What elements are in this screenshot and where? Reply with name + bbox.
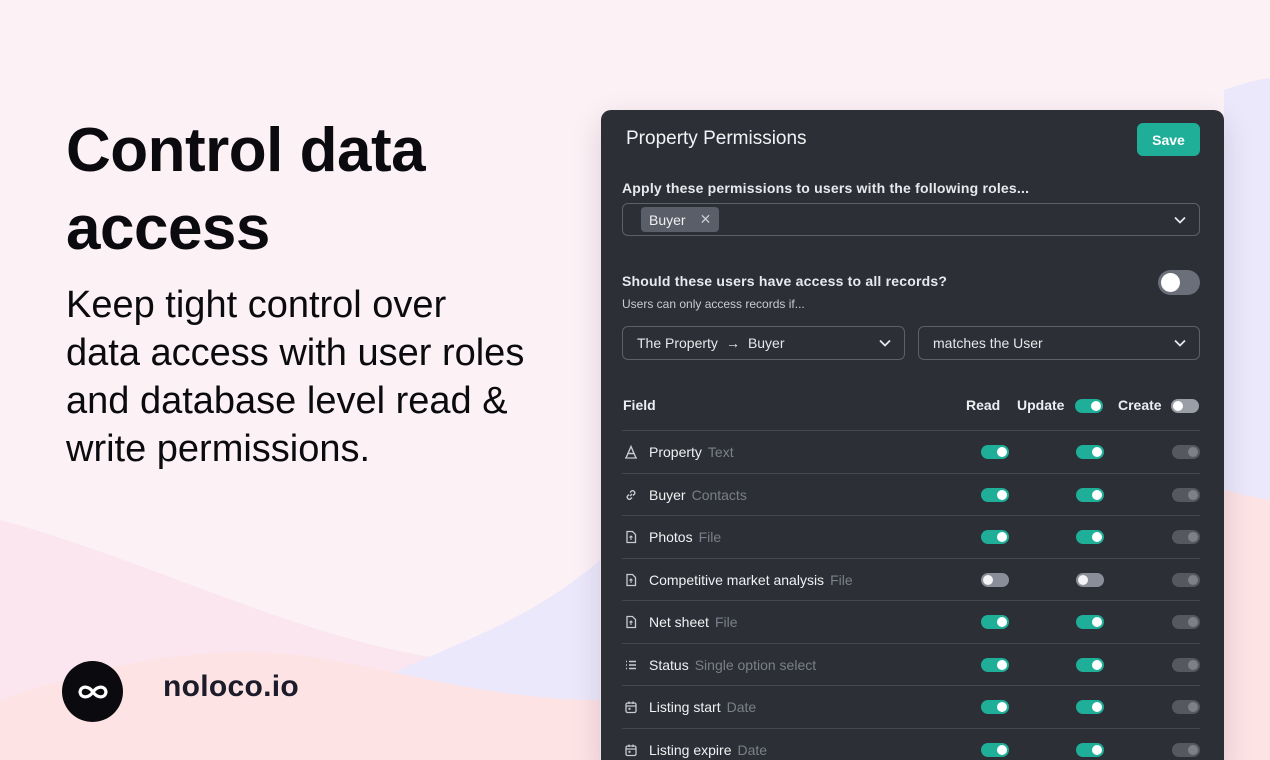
create-toggle[interactable] bbox=[1172, 657, 1200, 672]
field-label: Listing expire bbox=[649, 741, 732, 758]
read-toggle[interactable] bbox=[981, 700, 1009, 714]
field-name: Listing expire Date bbox=[649, 742, 767, 758]
roles-select[interactable]: Buyer ✕ bbox=[622, 203, 1200, 236]
condition-operator: matches the User bbox=[933, 335, 1043, 351]
field-type: File bbox=[830, 571, 853, 588]
update-toggle[interactable] bbox=[1076, 445, 1104, 459]
update-toggle[interactable] bbox=[1076, 742, 1104, 757]
read-toggle[interactable] bbox=[981, 657, 1009, 672]
save-button[interactable]: Save bbox=[1137, 123, 1200, 156]
update-toggle[interactable] bbox=[1076, 700, 1104, 714]
field-type: Contacts bbox=[691, 486, 747, 503]
read-toggle[interactable] bbox=[981, 445, 1009, 459]
field-name: Buyer Contacts bbox=[649, 487, 747, 503]
table-row: Photos File bbox=[622, 515, 1200, 558]
condition-operator-select[interactable]: matches the User bbox=[918, 326, 1200, 360]
file-icon bbox=[626, 530, 637, 544]
table-row: Listing start Date bbox=[622, 685, 1200, 728]
list-icon bbox=[626, 660, 636, 669]
read-toggle[interactable] bbox=[981, 487, 1009, 502]
table-row: Competitive market analysis File bbox=[622, 557, 1200, 601]
create-toggle[interactable] bbox=[1172, 742, 1200, 757]
file-icon bbox=[626, 615, 637, 629]
field-type: Date bbox=[726, 699, 757, 715]
table-row: Status Single option select bbox=[622, 642, 1200, 686]
read-toggle[interactable] bbox=[981, 530, 1009, 544]
column-header-read: Read bbox=[966, 397, 1001, 413]
chevron-down-icon bbox=[879, 339, 891, 347]
update-toggle[interactable] bbox=[1076, 530, 1104, 544]
field-name: Property Text bbox=[649, 444, 734, 460]
panel-title: Property Permissions bbox=[626, 128, 807, 149]
update-toggle[interactable] bbox=[1076, 487, 1104, 502]
path-from: The Property bbox=[637, 335, 718, 351]
field-name: Photos File bbox=[649, 529, 721, 545]
create-all-toggle[interactable] bbox=[1171, 399, 1199, 413]
field-type: File bbox=[698, 529, 722, 545]
chevron-down-icon bbox=[1174, 339, 1186, 347]
column-header-update: Update bbox=[1017, 397, 1065, 413]
table-row: Net sheet File bbox=[622, 600, 1200, 643]
create-toggle[interactable] bbox=[1172, 572, 1200, 587]
column-header-field: Field bbox=[623, 397, 656, 413]
table-row: Listing expire Date bbox=[622, 727, 1200, 760]
field-type: Text bbox=[707, 444, 734, 460]
file-icon bbox=[626, 573, 637, 586]
role-chip-buyer: Buyer ✕ bbox=[641, 207, 720, 232]
field-name: Net sheet File bbox=[649, 614, 738, 630]
read-toggle[interactable] bbox=[981, 615, 1009, 629]
access-all-toggle[interactable] bbox=[1158, 270, 1200, 295]
field-name: Listing start Date bbox=[649, 699, 756, 715]
create-toggle[interactable] bbox=[1172, 615, 1200, 629]
calendar-icon bbox=[625, 701, 637, 714]
table-row: Buyer Contacts bbox=[622, 472, 1200, 516]
condition-path-select[interactable]: The Property → Buyer bbox=[622, 326, 905, 360]
field-type: Date bbox=[737, 741, 768, 758]
field-name: Status Single option select bbox=[649, 657, 816, 673]
create-toggle[interactable] bbox=[1172, 530, 1200, 544]
field-name: Competitive market analysis File bbox=[649, 572, 853, 588]
read-toggle[interactable] bbox=[981, 742, 1009, 757]
hero-title: Control data access bbox=[66, 116, 426, 263]
update-toggle[interactable] bbox=[1076, 572, 1104, 587]
field-label: Listing start bbox=[649, 699, 721, 715]
create-toggle[interactable] bbox=[1172, 700, 1200, 714]
field-label: Net sheet bbox=[649, 614, 709, 630]
remove-role-icon[interactable]: ✕ bbox=[700, 211, 712, 228]
chevron-down-icon[interactable] bbox=[1173, 213, 1187, 227]
arrow-right-icon: → bbox=[725, 335, 740, 351]
brand-name: noloco.io bbox=[163, 670, 300, 703]
link-icon bbox=[626, 489, 636, 500]
path-to: Buyer bbox=[747, 335, 785, 351]
field-label: Property bbox=[649, 444, 702, 460]
update-toggle[interactable] bbox=[1076, 615, 1104, 629]
field-type: File bbox=[714, 614, 738, 630]
update-all-toggle[interactable] bbox=[1075, 399, 1103, 413]
field-type: Single option select bbox=[694, 656, 817, 673]
access-note: Users can only access records if... bbox=[622, 297, 805, 311]
read-toggle[interactable] bbox=[981, 572, 1009, 587]
create-toggle[interactable] bbox=[1172, 487, 1200, 502]
calendar-icon bbox=[625, 744, 637, 756]
update-toggle[interactable] bbox=[1076, 657, 1104, 672]
column-header-create: Create bbox=[1118, 397, 1162, 413]
access-question: Should these users have access to all re… bbox=[622, 273, 948, 289]
hero-subtitle: Keep tight control over data access with… bbox=[66, 284, 525, 470]
field-label: Buyer bbox=[649, 486, 686, 503]
create-toggle[interactable] bbox=[1172, 445, 1200, 459]
text-type-icon bbox=[625, 445, 637, 459]
field-label: Competitive market analysis bbox=[649, 571, 825, 588]
fields-table: Property Text Buyer Contacts Photos File Compe… bbox=[622, 430, 1200, 760]
permissions-panel: Property Permissions Save Apply these pe… bbox=[601, 110, 1224, 760]
table-row: Property Text bbox=[622, 430, 1200, 473]
infinity-icon bbox=[62, 661, 123, 722]
role-chip-label: Buyer bbox=[649, 211, 686, 228]
roles-label: Apply these permissions to users with th… bbox=[622, 180, 1030, 196]
field-label: Photos bbox=[649, 529, 693, 545]
field-label: Status bbox=[649, 656, 689, 673]
